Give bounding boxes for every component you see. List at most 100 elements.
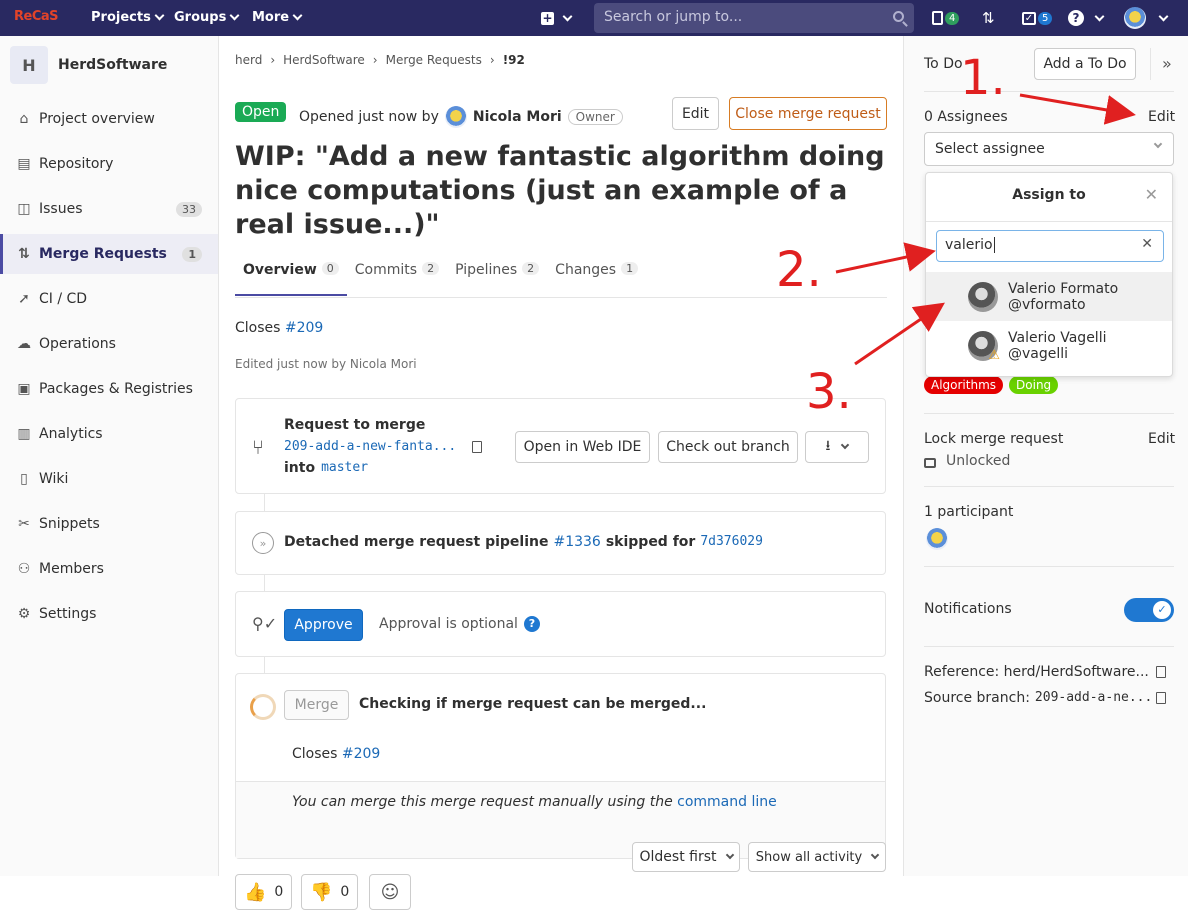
chevron-down-icon bbox=[292, 10, 303, 21]
approval-info: Approval is optional ? bbox=[379, 616, 540, 632]
copy-icon[interactable] bbox=[472, 440, 483, 453]
author-name[interactable]: Nicola Mori bbox=[473, 109, 562, 125]
tab-commits[interactable]: Commits 2 bbox=[347, 258, 447, 296]
user-handle: @vformato bbox=[1008, 296, 1086, 313]
breadcrumb-herd[interactable]: herd bbox=[235, 53, 262, 67]
sidebar-item-wiki[interactable]: ▯ Wiki bbox=[0, 459, 218, 499]
reference-text: Reference: herd/HerdSoftware... bbox=[924, 664, 1149, 680]
breadcrumb-merge-requests[interactable]: Merge Requests bbox=[386, 53, 482, 67]
lock-status-text: Unlocked bbox=[946, 453, 1011, 469]
new-item-dropdown[interactable]: + bbox=[541, 9, 573, 27]
sidebar-item-label: Project overview bbox=[39, 111, 155, 127]
sort-dropdown[interactable]: Oldest first bbox=[632, 842, 740, 872]
issues-shortcut[interactable]: 4 bbox=[932, 9, 960, 27]
chevron-down-icon bbox=[841, 440, 850, 450]
copy-icon[interactable] bbox=[1156, 666, 1166, 678]
search-input[interactable]: Search or jump to... bbox=[594, 3, 914, 33]
project-header[interactable]: H HerdSoftware bbox=[10, 46, 167, 84]
sidebar-item-ci-cd[interactable]: ➚ CI / CD bbox=[0, 279, 218, 319]
label-doing[interactable]: Doing bbox=[1009, 376, 1059, 394]
repo-icon: ▤ bbox=[17, 156, 31, 172]
issue-link[interactable]: #209 bbox=[285, 320, 323, 336]
sidebar-item-label: CI / CD bbox=[39, 291, 88, 307]
tab-changes[interactable]: Changes 1 bbox=[547, 258, 646, 296]
sidebar-item-settings[interactable]: ⚙ Settings bbox=[0, 594, 218, 634]
label-algorithms[interactable]: Algorithms bbox=[924, 376, 1004, 394]
todos-shortcut[interactable]: ✓ 5 bbox=[1022, 9, 1053, 27]
close-mr-button[interactable]: Close merge request bbox=[729, 97, 887, 130]
download-dropdown[interactable]: ⭳ bbox=[805, 431, 869, 463]
help-menu[interactable]: ? bbox=[1068, 9, 1105, 27]
notifications-toggle[interactable] bbox=[1124, 598, 1174, 622]
help-icon[interactable]: ? bbox=[523, 616, 540, 632]
tab-pipelines[interactable]: Pipelines 2 bbox=[447, 258, 547, 296]
project-name: HerdSoftware bbox=[58, 57, 168, 73]
copy-icon[interactable] bbox=[1156, 692, 1166, 704]
request-to-merge-card: ⑂ Request to merge 209-add-a-new-fanta..… bbox=[235, 398, 886, 494]
breadcrumb-project[interactable]: HerdSoftware bbox=[283, 53, 365, 67]
count-badge: 1 bbox=[182, 246, 202, 262]
thumbs-down-button[interactable]: 👎 0 bbox=[301, 874, 359, 910]
groups-menu[interactable]: Groups bbox=[174, 10, 240, 25]
approval-user-icon: ⚲✓ bbox=[252, 614, 278, 633]
projects-menu[interactable]: Projects bbox=[91, 10, 165, 25]
more-menu[interactable]: More bbox=[252, 10, 303, 25]
commit-sha-link[interactable]: 7d376029 bbox=[700, 534, 763, 550]
search-value: valerio bbox=[945, 237, 993, 253]
sidebar-item-operations[interactable]: ☁ Operations bbox=[0, 324, 218, 364]
assignee-option-vagelli[interactable]: ⚠ Valerio Vagelli @vagelli bbox=[926, 321, 1172, 370]
issue-link[interactable]: #209 bbox=[342, 746, 380, 762]
author-avatar[interactable] bbox=[444, 106, 467, 128]
lock-edit-link[interactable]: Edit bbox=[1148, 431, 1175, 447]
skipped-status-icon[interactable]: » bbox=[252, 532, 274, 554]
sidebar-item-merge-requests[interactable]: ⇅ Merge Requests 1 bbox=[0, 234, 218, 274]
closes-text: Closes bbox=[235, 320, 281, 336]
sidebar-item-snippets[interactable]: ✂ Snippets bbox=[0, 504, 218, 544]
breadcrumb-mr-id[interactable]: !92 bbox=[503, 53, 525, 67]
tab-overview[interactable]: Overview 0 bbox=[235, 258, 347, 296]
sidebar-item-repository[interactable]: ▤ Repository bbox=[0, 144, 218, 184]
user-menu[interactable] bbox=[1124, 7, 1169, 29]
edit-button[interactable]: Edit bbox=[672, 97, 719, 130]
merge-button[interactable]: Merge bbox=[284, 690, 349, 720]
close-icon[interactable]: ✕ bbox=[1145, 185, 1158, 204]
branch-merge-icon: ⑂ bbox=[252, 435, 264, 459]
add-todo-button[interactable]: Add a To Do bbox=[1034, 48, 1136, 80]
pipeline-skipped-text: skipped for bbox=[605, 534, 696, 550]
into-text: into bbox=[284, 460, 316, 476]
command-line-link[interactable]: command line bbox=[677, 794, 777, 810]
sidebar-item-analytics[interactable]: ▥ Analytics bbox=[0, 414, 218, 454]
sidebar-item-packages[interactable]: ▣ Packages & Registries bbox=[0, 369, 218, 409]
collapse-sidebar-icon[interactable]: » bbox=[1162, 54, 1172, 73]
activity-filter-dropdown[interactable]: Show all activity bbox=[748, 842, 886, 872]
source-branch-row: 209-add-a-new-fanta... bbox=[284, 439, 483, 454]
add-reaction-button[interactable]: ☺ bbox=[369, 874, 411, 910]
tab-label: Overview bbox=[243, 262, 317, 278]
annotation-step-3: 3. bbox=[806, 364, 852, 420]
chevron-down-icon bbox=[1158, 11, 1169, 21]
recas-logo[interactable]: ReCaS bbox=[14, 9, 59, 24]
open-web-ide-button[interactable]: Open in Web IDE bbox=[515, 431, 650, 463]
target-branch-link[interactable]: master bbox=[321, 460, 368, 476]
approve-button[interactable]: Approve bbox=[284, 609, 363, 641]
clear-icon[interactable]: ✕ bbox=[1141, 236, 1153, 252]
gear-icon: ⚙ bbox=[17, 606, 31, 622]
sidebar-item-project-overview[interactable]: ⌂ Project overview bbox=[0, 99, 218, 139]
participant-avatar[interactable] bbox=[926, 528, 948, 550]
thumbs-up-icon: 👍 bbox=[244, 881, 267, 903]
sidebar-item-members[interactable]: ⚇ Members bbox=[0, 549, 218, 589]
rocket-icon: ➚ bbox=[18, 291, 30, 307]
pipeline-link[interactable]: #1336 bbox=[553, 534, 600, 550]
select-assignee-dropdown[interactable]: Select assignee bbox=[924, 132, 1174, 166]
thumbs-up-button[interactable]: 👍 0 bbox=[235, 874, 293, 910]
merge-requests-shortcut[interactable]: ⇅ bbox=[982, 9, 995, 27]
source-branch-link[interactable]: 209-add-a-new-fanta... bbox=[284, 439, 456, 454]
checkout-branch-button[interactable]: Check out branch bbox=[658, 431, 798, 463]
assignee-option-vformato[interactable]: Valerio Formato @vformato bbox=[926, 272, 1172, 321]
assignee-search-input[interactable]: valerio ✕ bbox=[936, 230, 1164, 262]
sidebar-item-issues[interactable]: ◫ Issues 33 bbox=[0, 189, 218, 229]
sort-label: Oldest first bbox=[639, 849, 717, 865]
sidebar-item-label: Operations bbox=[39, 336, 116, 352]
assignee-edit-link[interactable]: Edit bbox=[1148, 109, 1175, 125]
sidebar-item-label: Wiki bbox=[39, 471, 69, 487]
